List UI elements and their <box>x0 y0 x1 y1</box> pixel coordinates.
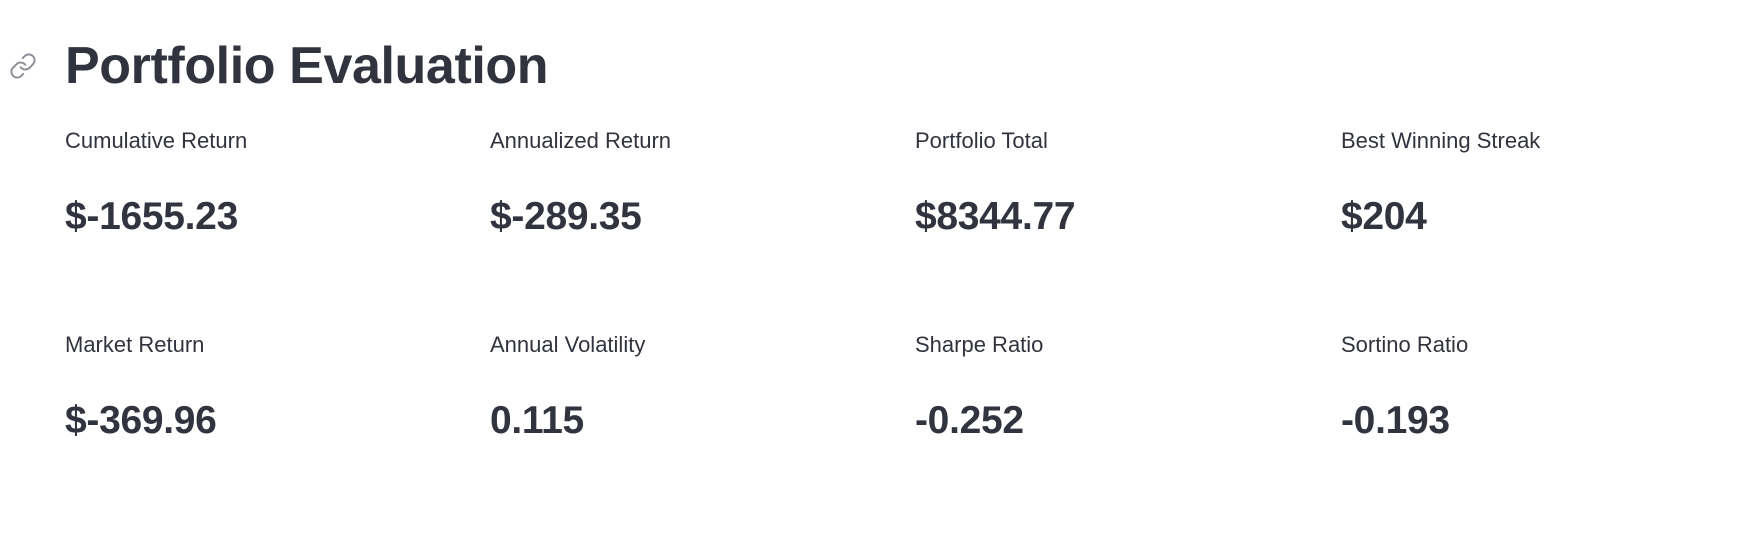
metric-label: Market Return <box>65 332 205 357</box>
metric-sortino-ratio: Sortino Ratio -0.193 <box>1341 331 1737 445</box>
metric-cumulative-return: Cumulative Return $-1655.23 <box>65 127 465 241</box>
metric-value: $8344.77 <box>915 195 1076 238</box>
metric-annual-volatility: Annual Volatility 0.115 <box>490 331 890 445</box>
metric-value: -0.252 <box>915 399 1024 442</box>
metric-value: 0.115 <box>490 399 584 442</box>
metric-value: $-1655.23 <box>65 195 238 238</box>
metric-label: Sortino Ratio <box>1341 332 1469 357</box>
metric-label: Annualized Return <box>490 128 672 153</box>
page-title: Portfolio Evaluation <box>65 37 549 95</box>
metric-value: $-369.96 <box>65 399 217 442</box>
metric-value: $204 <box>1341 195 1427 238</box>
metric-value: $-289.35 <box>490 195 642 238</box>
page-header: Portfolio Evaluation <box>0 30 1737 104</box>
metric-portfolio-total: Portfolio Total $8344.77 <box>915 127 1315 241</box>
metric-label: Annual Volatility <box>490 332 646 357</box>
metric-label: Portfolio Total <box>915 128 1048 153</box>
metric-market-return: Market Return $-369.96 <box>65 331 465 445</box>
metric-value: -0.193 <box>1341 399 1450 442</box>
link-icon[interactable] <box>9 52 37 80</box>
metric-best-winning-streak: Best Winning Streak $204 <box>1341 127 1737 241</box>
metric-label: Cumulative Return <box>65 128 248 153</box>
metric-label: Sharpe Ratio <box>915 332 1044 357</box>
metric-annualized-return: Annualized Return $-289.35 <box>490 127 890 241</box>
metric-label: Best Winning Streak <box>1341 128 1541 153</box>
metric-sharpe-ratio: Sharpe Ratio -0.252 <box>915 331 1315 445</box>
